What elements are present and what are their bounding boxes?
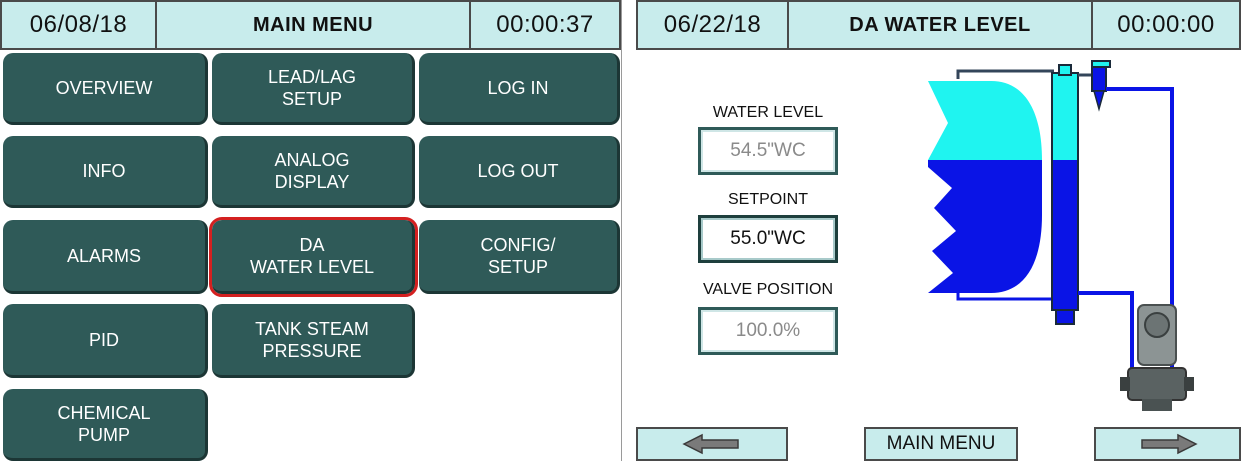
- overview-button[interactable]: OVERVIEW: [3, 53, 208, 125]
- info-button[interactable]: INFO: [3, 136, 208, 208]
- alarms-label: ALARMS: [66, 245, 142, 266]
- log-out-label: LOG OUT: [477, 160, 559, 181]
- da-water-level-screen: 06/22/18 DA WATER LEVEL 00:00:00 WATER L…: [636, 0, 1241, 461]
- info-label: INFO: [82, 160, 126, 181]
- back-button[interactable]: [636, 427, 788, 461]
- lead-lag-label-2: SETUP: [281, 88, 342, 109]
- config-setup-label-2: SETUP: [487, 256, 548, 277]
- config-setup-button[interactable]: CONFIG/ SETUP: [419, 220, 620, 294]
- tank-steam-label-2: PRESSURE: [262, 340, 362, 361]
- left-arrow-icon: [682, 433, 739, 455]
- chemical-pump-label-2: PUMP: [77, 424, 130, 445]
- pid-label: PID: [88, 329, 119, 350]
- header-time: 00:00:00: [1091, 0, 1241, 50]
- log-in-label: LOG IN: [487, 77, 549, 98]
- chemical-pump-label-1: CHEMICAL: [57, 402, 151, 423]
- screen-divider: [621, 0, 636, 461]
- pid-button[interactable]: PID: [3, 304, 208, 378]
- da-water-level-label-2: WATER LEVEL: [249, 256, 375, 277]
- tank-steam-space: [928, 81, 1042, 160]
- log-in-button[interactable]: LOG IN: [419, 53, 620, 125]
- setpoint-input[interactable]: 55.0"WC: [698, 215, 838, 263]
- analog-display-button[interactable]: ANALOG DISPLAY: [212, 136, 415, 208]
- header-date: 06/08/18: [0, 0, 157, 50]
- header-title: MAIN MENU: [155, 0, 471, 50]
- valve-position-label: VALVE POSITION: [702, 281, 834, 298]
- alarms-button[interactable]: ALARMS: [3, 220, 208, 294]
- chemical-pump-button[interactable]: CHEMICAL PUMP: [3, 389, 208, 461]
- lead-lag-label-1: LEAD/LAG: [267, 66, 357, 87]
- header-title: DA WATER LEVEL: [787, 0, 1093, 50]
- tank-water-space: [928, 160, 1042, 293]
- header-date: 06/22/18: [636, 0, 789, 50]
- header-time: 00:00:37: [469, 0, 621, 50]
- water-level-label: WATER LEVEL: [712, 104, 824, 121]
- setpoint-label: SETPOINT: [727, 191, 808, 208]
- main-menu-screen: 06/08/18 MAIN MENU 00:00:37 OVERVIEW INF…: [0, 0, 621, 461]
- analog-display-label-2: DISPLAY: [274, 171, 350, 192]
- water-level-display: 54.5"WC: [698, 127, 838, 175]
- tank-steam-label-1: TANK STEAM: [255, 318, 369, 339]
- log-out-button[interactable]: LOG OUT: [419, 136, 620, 208]
- overview-label: OVERVIEW: [55, 77, 153, 98]
- deaerator-tank-diagram: [928, 60, 1194, 411]
- da-water-level-label-1: DA: [299, 234, 325, 255]
- main-menu-button[interactable]: MAIN MENU: [864, 427, 1018, 461]
- lead-lag-setup-button[interactable]: LEAD/LAG SETUP: [212, 53, 415, 125]
- forward-button[interactable]: [1094, 427, 1241, 461]
- tank-steam-pressure-button[interactable]: TANK STEAM PRESSURE: [212, 304, 415, 378]
- valve-position-display: 100.0%: [698, 307, 838, 355]
- analog-display-label-1: ANALOG: [274, 149, 350, 170]
- da-water-level-button[interactable]: DA WATER LEVEL: [209, 217, 418, 297]
- config-setup-label-1: CONFIG/: [480, 234, 556, 255]
- right-arrow-icon: [1140, 433, 1198, 455]
